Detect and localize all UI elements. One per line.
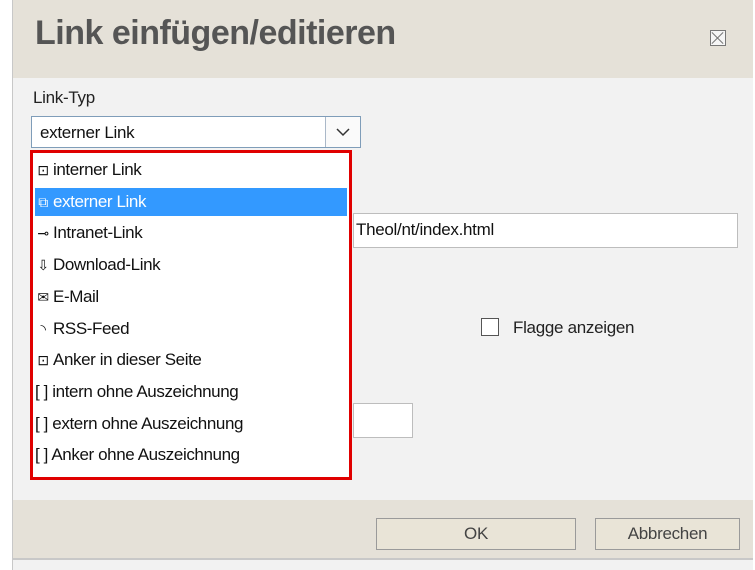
dropdown-option-label: Download-Link bbox=[53, 255, 161, 275]
dropdown-option-label: [ ] extern ohne Auszeichnung bbox=[35, 413, 244, 433]
link-type-select[interactable]: externer Link bbox=[31, 116, 361, 148]
dropdown-option[interactable]: ✉ E-Mail bbox=[35, 283, 347, 311]
link-type-dropdown-list[interactable]: ⊡ interner Link ⧉ externer Link ⊸ Intranet-Li… bbox=[30, 150, 352, 480]
cancel-button[interactable]: Abbrechen bbox=[595, 518, 740, 550]
anchor-arrow-icon: ⊡ bbox=[37, 352, 49, 369]
dropdown-option-label: externer Link bbox=[53, 191, 147, 211]
close-icon[interactable] bbox=[710, 30, 726, 46]
link-type-value: externer Link bbox=[40, 123, 135, 142]
dropdown-option-label: E-Mail bbox=[53, 286, 99, 306]
dropdown-option-label: interner Link bbox=[53, 160, 142, 179]
download-icon: ⇩ bbox=[37, 257, 49, 274]
arrow-box-icon: ⊡ bbox=[37, 162, 49, 178]
dropdown-option[interactable]: [ ] extern ohne Auszeichnung bbox=[35, 410, 347, 438]
small-input-field[interactable] bbox=[353, 403, 413, 438]
dropdown-option-label: RSS-Feed bbox=[53, 318, 130, 338]
dialog-title: Link einfügen/editieren bbox=[35, 14, 396, 52]
dropdown-option[interactable]: [ ] intern ohne Auszeichnung bbox=[35, 378, 347, 406]
dropdown-option[interactable]: ⧉ externer Link bbox=[35, 187, 347, 216]
external-link-icon: ⧉ bbox=[38, 193, 48, 210]
dialog-title-bar: Link einfügen/editieren bbox=[13, 0, 753, 78]
dropdown-option[interactable]: ⊸ Intranet-Link bbox=[35, 219, 347, 247]
dropdown-option-label: Anker in dieser Seite bbox=[53, 350, 202, 370]
chevron-down-icon[interactable] bbox=[325, 117, 360, 147]
dropdown-option-label: Intranet-Link bbox=[53, 223, 143, 243]
dropdown-option-label: [ ] Anker ohne Auszeichnung bbox=[35, 445, 240, 465]
flag-checkbox[interactable] bbox=[481, 318, 499, 336]
envelope-icon: ✉ bbox=[37, 288, 49, 305]
dialog-footer: OK Abbrechen bbox=[13, 500, 753, 558]
key-icon: ⊸ bbox=[37, 225, 49, 242]
dropdown-option-label: [ ] intern ohne Auszeichnung bbox=[35, 381, 239, 401]
url-input[interactable]: Theol/nt/index.html bbox=[353, 213, 738, 248]
ok-button[interactable]: OK bbox=[376, 518, 576, 550]
dropdown-option[interactable]: ◝ RSS-Feed bbox=[35, 315, 347, 343]
dropdown-option[interactable]: [ ] Anker ohne Auszeichnung bbox=[35, 441, 347, 469]
dropdown-option[interactable]: ⇩ Download-Link bbox=[35, 251, 347, 279]
dropdown-option[interactable]: ⊡ interner Link bbox=[35, 156, 347, 184]
dropdown-option[interactable]: ⊡ Anker in dieser Seite bbox=[35, 346, 347, 374]
flag-checkbox-label: Flagge anzeigen bbox=[513, 318, 635, 337]
dialog-bottom-border bbox=[13, 558, 753, 560]
link-type-label: Link-Typ bbox=[33, 88, 95, 107]
rss-icon: ◝ bbox=[40, 320, 46, 337]
